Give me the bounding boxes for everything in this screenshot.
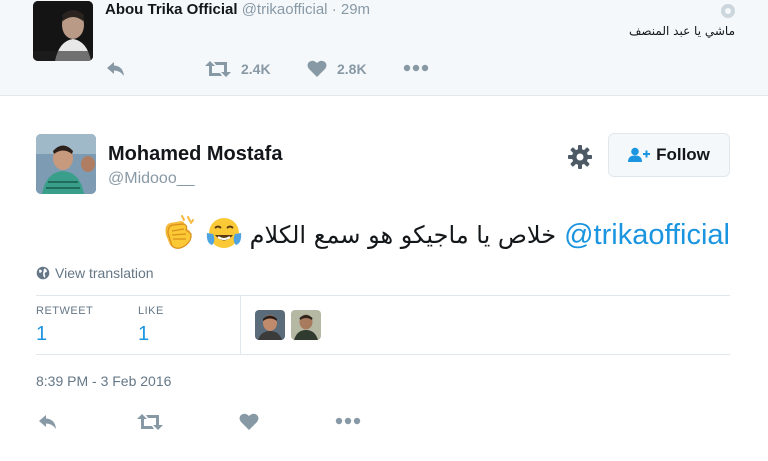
parent-handle[interactable]: @trikaofficial xyxy=(242,1,328,18)
like-stat[interactable]: LIKE 1 xyxy=(138,305,164,346)
retweet-button[interactable] xyxy=(137,413,163,431)
reply-icon xyxy=(39,415,56,429)
more-icon xyxy=(335,417,361,425)
tweet-timestamp[interactable]: 8:39 PM - 3 Feb 2016 xyxy=(36,373,171,389)
tears-of-joy-emoji xyxy=(204,213,244,258)
parent-like-button[interactable]: 2.8K xyxy=(307,60,367,78)
parent-more-button[interactable] xyxy=(403,64,429,72)
parent-avatar[interactable] xyxy=(33,1,93,61)
parent-tweet[interactable]: Abou Trika Official @trikaofficial · 29m… xyxy=(0,0,768,96)
parent-actions: 2.4K 2.8K xyxy=(0,58,768,80)
parent-time[interactable]: 29m xyxy=(341,1,370,18)
view-translation-link[interactable]: View translation xyxy=(36,265,154,281)
caret-menu-icon[interactable] xyxy=(721,4,735,18)
retweet-stat-value: 1 xyxy=(36,323,48,345)
tweet-text: خلاص يا ماجيكو هو سمع الكلام @trikaoffic… xyxy=(80,208,730,262)
parent-tweet-text: ماشي يا عبد المنصف xyxy=(628,24,735,38)
retweet-icon xyxy=(205,61,231,77)
clapping-hands-emoji xyxy=(158,213,198,258)
tweet-stats: RETWEET 1 LIKE 1 xyxy=(36,295,730,355)
author-handle[interactable]: @Midooo__ xyxy=(108,170,195,188)
stats-divider xyxy=(240,296,241,354)
globe-icon xyxy=(36,266,50,280)
tweet-arabic-text: خلاص يا ماجيكو هو سمع الكلام xyxy=(249,221,557,249)
retweet-stat-label: RETWEET xyxy=(36,305,94,317)
parent-display-name[interactable]: Abou Trika Official xyxy=(105,1,238,18)
parent-tweet-header: Abou Trika Official @trikaofficial · 29m xyxy=(105,1,370,18)
author-display-name[interactable]: Mohamed Mostafa xyxy=(108,143,282,166)
retweet-stat[interactable]: RETWEET 1 xyxy=(36,305,93,346)
parent-retweet-button[interactable]: 2.4K xyxy=(205,60,271,78)
view-translation-label: View translation xyxy=(55,265,154,281)
parent-retweet-count: 2.4K xyxy=(241,61,271,77)
parent-reply-button[interactable] xyxy=(106,61,126,77)
tweet-actions xyxy=(0,411,768,433)
heart-icon xyxy=(307,60,327,77)
like-stat-value: 1 xyxy=(138,323,150,345)
more-button[interactable] xyxy=(335,417,361,425)
follow-user-icon xyxy=(628,147,651,162)
follow-label: Follow xyxy=(656,145,710,164)
parent-like-count: 2.8K xyxy=(337,61,367,77)
heart-icon xyxy=(239,413,259,430)
retweeter-avatar[interactable] xyxy=(291,310,321,340)
retweet-icon xyxy=(137,414,163,430)
like-button[interactable] xyxy=(239,413,259,431)
like-stat-label: LIKE xyxy=(138,305,164,317)
more-icon xyxy=(403,64,429,72)
gear-icon[interactable] xyxy=(567,144,593,170)
follow-button[interactable]: Follow xyxy=(608,133,730,177)
mention-link[interactable]: @trikaofficial xyxy=(564,219,730,252)
reply-button[interactable] xyxy=(38,414,58,430)
separator-dot: · xyxy=(331,1,337,18)
reply-icon xyxy=(107,62,124,76)
liker-avatar[interactable] xyxy=(255,310,285,340)
author-avatar[interactable] xyxy=(36,134,96,194)
